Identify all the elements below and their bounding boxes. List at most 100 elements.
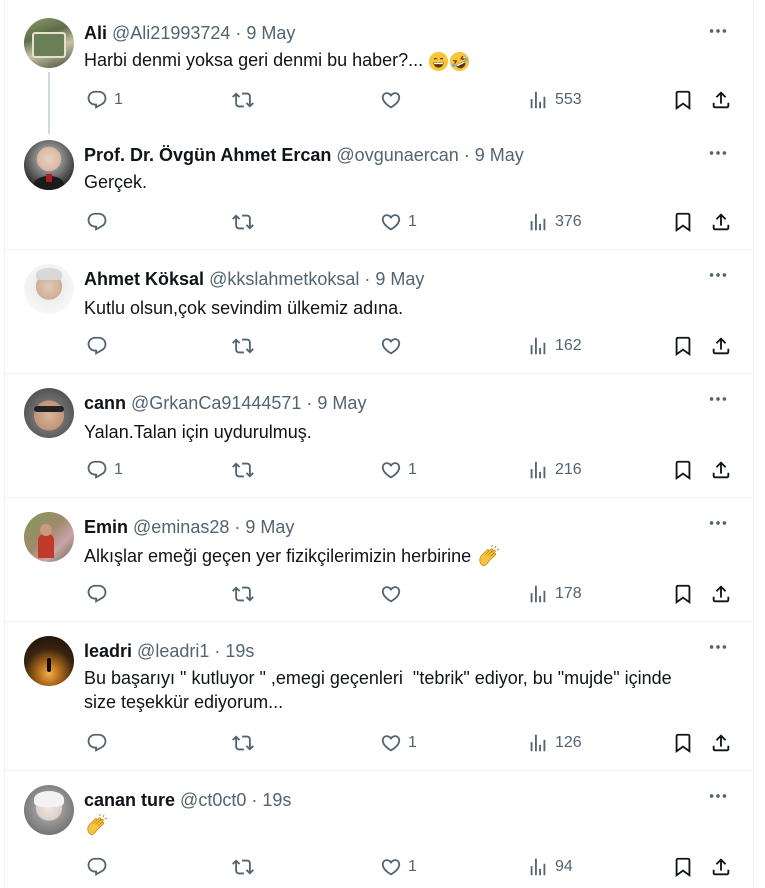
reply-button[interactable]: 1 [86, 86, 123, 114]
tweet-header: leadri @leadri1 · 19s [84, 640, 732, 662]
reply-button[interactable] [86, 580, 114, 608]
more-horizontal-icon[interactable] [704, 636, 732, 658]
clapping-hands-emoji-icon [476, 545, 500, 569]
bookmark-icon [672, 856, 694, 878]
display-name[interactable]: leadri [84, 641, 132, 661]
like-button[interactable]: 1 [380, 853, 417, 881]
display-name[interactable]: Emin [84, 517, 128, 537]
share-button[interactable] [710, 86, 732, 114]
user-handle[interactable]: @kkslahmetkoksal [209, 269, 359, 289]
user-handle[interactable]: @ct0ct0 [180, 790, 246, 810]
share-icon [710, 89, 732, 111]
user-handle[interactable]: @eminas28 [133, 517, 229, 537]
user-handle[interactable]: @Ali21993724 [112, 23, 230, 43]
views-button[interactable]: 126 [527, 729, 582, 757]
views-button[interactable]: 94 [527, 853, 573, 881]
tweet-ct0ct0[interactable]: canan ture @ct0ct0 · 19s 1 94 [4, 771, 752, 888]
more-horizontal-icon[interactable] [704, 20, 732, 42]
avatar[interactable] [24, 140, 74, 190]
retweet-button[interactable] [232, 86, 260, 114]
bookmark-button[interactable] [672, 332, 694, 360]
like-button[interactable] [380, 580, 408, 608]
more-horizontal-icon[interactable] [704, 785, 732, 807]
views-button[interactable]: 553 [527, 86, 582, 114]
tweet-text-content: Harbi denmi yoksa geri denmi bu haber?..… [84, 50, 424, 70]
bookmark-button[interactable] [672, 729, 694, 757]
retweet-button[interactable] [232, 456, 260, 484]
avatar[interactable] [24, 785, 74, 835]
reply-count: 1 [114, 461, 123, 478]
timestamp[interactable]: 19s [262, 790, 291, 810]
tweet-header: Ahmet Köksal @kkslahmetkoksal · 9 May [84, 268, 732, 290]
avatar[interactable] [24, 636, 74, 686]
more-horizontal-icon[interactable] [704, 388, 732, 410]
tweet-grkanca[interactable]: cann @GrkanCa91444571 · 9 May Yalan.Tala… [4, 374, 752, 498]
tweet-ovgunaercan[interactable]: Prof. Dr. Övgün Ahmet Ercan @ovgunaercan… [4, 124, 752, 250]
like-button[interactable] [380, 332, 408, 360]
like-button[interactable]: 1 [380, 729, 417, 757]
like-button[interactable]: 1 [380, 456, 417, 484]
timestamp[interactable]: 9 May [375, 269, 424, 289]
retweet-icon [232, 459, 254, 481]
share-button[interactable] [710, 853, 732, 881]
timestamp[interactable]: 19s [225, 641, 254, 661]
reply-button[interactable]: 1 [86, 456, 123, 484]
tweet-kkslahmetkoksal[interactable]: Ahmet Köksal @kkslahmetkoksal · 9 May Ku… [4, 250, 752, 374]
like-button[interactable]: 1 [380, 208, 417, 236]
bookmark-button[interactable] [672, 580, 694, 608]
like-button[interactable] [380, 86, 408, 114]
heart-icon [380, 335, 402, 357]
share-icon [710, 856, 732, 878]
display-name[interactable]: Ahmet Köksal [84, 269, 204, 289]
user-handle[interactable]: @ovgunaercan [336, 145, 458, 165]
timestamp[interactable]: 9 May [475, 145, 524, 165]
tweet-text: Yalan.Talan için uydurulmuş. [84, 422, 312, 442]
avatar[interactable] [24, 512, 74, 562]
more-horizontal-icon[interactable] [704, 512, 732, 534]
display-name[interactable]: Ali [84, 23, 107, 43]
share-button[interactable] [710, 332, 732, 360]
share-button[interactable] [710, 580, 732, 608]
retweet-button[interactable] [232, 853, 260, 881]
share-button[interactable] [710, 729, 732, 757]
retweet-button[interactable] [232, 580, 260, 608]
share-button[interactable] [710, 208, 732, 236]
retweet-button[interactable] [232, 729, 260, 757]
view-count: 178 [555, 585, 582, 602]
display-name[interactable]: canan ture [84, 790, 175, 810]
timestamp[interactable]: 9 May [246, 23, 295, 43]
retweet-icon [232, 732, 254, 754]
tweet-ali[interactable]: Ali @Ali21993724 · 9 May Harbi denmi yok… [4, 0, 752, 134]
views-button[interactable]: 216 [527, 456, 582, 484]
bookmark-icon [672, 89, 694, 111]
bookmark-button[interactable] [672, 456, 694, 484]
avatar[interactable] [24, 18, 74, 68]
retweet-button[interactable] [232, 332, 260, 360]
display-name[interactable]: cann [84, 393, 126, 413]
user-handle[interactable]: @leadri1 [137, 641, 209, 661]
reply-button[interactable] [86, 332, 114, 360]
bookmark-button[interactable] [672, 86, 694, 114]
bookmark-button[interactable] [672, 208, 694, 236]
reply-button[interactable] [86, 853, 114, 881]
avatar[interactable] [24, 388, 74, 438]
tweet-eminas28[interactable]: Emin @eminas28 · 9 May Alkışlar emeği ge… [4, 498, 752, 622]
more-horizontal-icon[interactable] [704, 264, 732, 286]
bookmark-button[interactable] [672, 853, 694, 881]
views-button[interactable]: 376 [527, 208, 582, 236]
tweet-leadri1[interactable]: leadri @leadri1 · 19s Bu başarıyı " kutl… [4, 622, 752, 771]
share-icon [710, 732, 732, 754]
share-button[interactable] [710, 456, 732, 484]
views-button[interactable]: 162 [527, 332, 582, 360]
user-handle[interactable]: @GrkanCa91444571 [131, 393, 301, 413]
more-horizontal-icon[interactable] [704, 142, 732, 164]
avatar[interactable] [24, 264, 74, 314]
timestamp[interactable]: 9 May [317, 393, 366, 413]
reply-button[interactable] [86, 729, 114, 757]
timestamp[interactable]: 9 May [245, 517, 294, 537]
views-button[interactable]: 178 [527, 580, 582, 608]
display-name[interactable]: Prof. Dr. Övgün Ahmet Ercan [84, 145, 331, 165]
reply-button[interactable] [86, 208, 114, 236]
retweet-icon [232, 335, 254, 357]
retweet-button[interactable] [232, 208, 260, 236]
